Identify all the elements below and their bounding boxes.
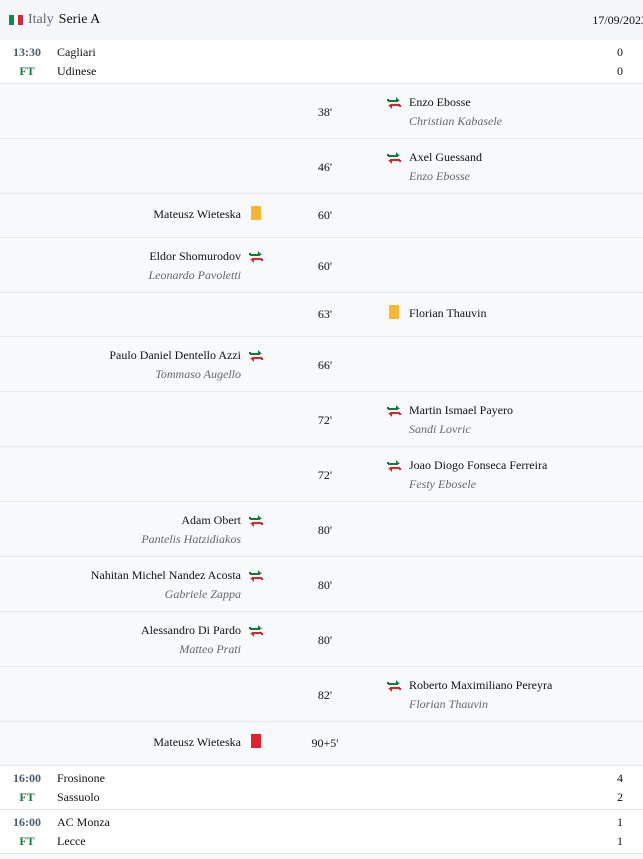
player-in[interactable]: Eldor Shomurodov xyxy=(149,249,241,264)
away-score: 2 xyxy=(617,790,623,804)
match-status: FT xyxy=(19,834,35,848)
match-event: 82' Roberto Maximiliano Pereyra Florian … xyxy=(0,667,643,722)
player-out[interactable]: Florian Thauvin xyxy=(409,697,488,712)
event-minute: 46' xyxy=(317,160,333,174)
yellow-card-icon xyxy=(251,206,261,220)
player-in[interactable]: Martin Ismael Payero xyxy=(409,403,513,418)
match-event: 72' Joao Diogo Fonseca Ferreira Festy Eb… xyxy=(0,447,643,502)
event-minute: 72' xyxy=(317,468,333,482)
player-out[interactable]: Enzo Ebosse xyxy=(409,169,470,184)
event-minute: 60' xyxy=(317,208,333,222)
substitution-icon xyxy=(248,568,264,584)
home-score: 1 xyxy=(617,815,623,829)
match-event: 66' Paulo Daniel Dentello Azzi Tommaso A… xyxy=(0,337,643,392)
match-row[interactable]: 13:30 FT Cagliari Udinese 0 0 xyxy=(0,40,643,84)
match-event: 80' Alessandro Di Pardo Matteo Prati xyxy=(0,612,643,667)
player-in[interactable]: Roberto Maximiliano Pereyra xyxy=(409,678,552,693)
player-out[interactable]: Festy Ebosele xyxy=(409,477,476,492)
away-score: 0 xyxy=(617,64,623,78)
player-in[interactable]: Joao Diogo Fonseca Ferreira xyxy=(409,458,547,473)
event-minute: 72' xyxy=(317,413,333,427)
match-event: 60' Mateusz Wieteska xyxy=(0,194,643,238)
substitution-icon xyxy=(386,678,402,694)
home-team: Cagliari xyxy=(57,45,96,59)
match-time: 13:30 xyxy=(13,45,41,59)
match-event: 80' Adam Obert Pantelis Hatzidiakos xyxy=(0,502,643,557)
substitution-icon xyxy=(248,513,264,529)
player-in[interactable]: Adam Obert xyxy=(181,513,241,528)
match-event: 72' Martin Ismael Payero Sandi Lovric xyxy=(0,392,643,447)
home-score: 4 xyxy=(617,771,623,785)
league-name: Serie A xyxy=(58,12,101,27)
event-minute: 80' xyxy=(317,523,333,537)
league-header[interactable]: Italy Serie A 17/09/2023 xyxy=(0,0,643,40)
event-minute: 38' xyxy=(317,105,333,119)
player-in[interactable]: Alessandro Di Pardo xyxy=(141,623,241,638)
match-date: 17/09/2023 xyxy=(592,12,643,27)
match-event: 60' Eldor Shomurodov Leonardo Pavoletti xyxy=(0,238,643,293)
player-out[interactable]: Pantelis Hatzidiakos xyxy=(141,532,241,547)
event-minute: 90+5' xyxy=(311,736,339,750)
player-in[interactable]: Enzo Ebosse xyxy=(409,95,471,110)
home-score: 0 xyxy=(617,45,623,59)
event-minute: 80' xyxy=(317,578,333,592)
red-card-icon xyxy=(251,734,261,748)
match-status: FT xyxy=(19,790,35,804)
substitution-icon xyxy=(248,249,264,265)
match-status: FT xyxy=(19,64,35,78)
substitution-icon xyxy=(386,458,402,474)
event-minute: 66' xyxy=(317,358,333,372)
player-out[interactable]: Christian Kabasele xyxy=(409,114,502,129)
match-time: 16:00 xyxy=(13,771,41,785)
carded-player[interactable]: Mateusz Wieteska xyxy=(153,207,241,222)
carded-player[interactable]: Florian Thauvin xyxy=(409,306,486,321)
away-team: Udinese xyxy=(57,64,97,78)
substitution-icon xyxy=(248,348,264,364)
substitution-icon xyxy=(386,403,402,419)
player-in[interactable]: Nahitan Michel Nandez Acosta xyxy=(91,568,241,583)
carded-player[interactable]: Mateusz Wieteska xyxy=(153,735,241,750)
event-minute: 82' xyxy=(317,688,333,702)
away-team: Lecce xyxy=(57,834,86,848)
italy-flag-icon xyxy=(9,15,24,25)
match-time: 16:00 xyxy=(13,815,41,829)
yellow-card-icon xyxy=(389,305,399,319)
match-event: 38' Enzo Ebosse Christian Kabasele xyxy=(0,84,643,139)
substitution-icon xyxy=(248,623,264,639)
event-minute: 63' xyxy=(317,307,333,321)
match-event: 46' Axel Guessand Enzo Ebosse xyxy=(0,139,643,194)
substitution-icon xyxy=(386,95,402,111)
away-team: Sassuolo xyxy=(57,790,100,804)
match-event: 63' Florian Thauvin xyxy=(0,293,643,337)
match-row[interactable]: 16:00 FT Frosinone Sassuolo 4 2 xyxy=(0,766,643,810)
event-minute: 80' xyxy=(317,633,333,647)
match-event: 90+5' Mateusz Wieteska xyxy=(0,722,643,766)
home-team: Frosinone xyxy=(57,771,105,785)
player-out[interactable]: Leonardo Pavoletti xyxy=(148,268,241,283)
player-out[interactable]: Matteo Prati xyxy=(179,642,241,657)
event-minute: 60' xyxy=(317,259,333,273)
player-out[interactable]: Gabriele Zappa xyxy=(165,587,241,602)
player-in[interactable]: Paulo Daniel Dentello Azzi xyxy=(109,348,241,363)
country-name: Italy xyxy=(28,12,54,27)
player-out[interactable]: Sandi Lovric xyxy=(409,422,471,437)
substitution-icon xyxy=(386,150,402,166)
match-row[interactable]: 16:00 FT AC Monza Lecce 1 1 xyxy=(0,810,643,854)
player-out[interactable]: Tommaso Augello xyxy=(155,367,241,382)
player-in[interactable]: Axel Guessand xyxy=(409,150,482,165)
away-score: 1 xyxy=(617,834,623,848)
match-event: 80' Nahitan Michel Nandez Acosta Gabriel… xyxy=(0,557,643,612)
home-team: AC Monza xyxy=(57,815,110,829)
